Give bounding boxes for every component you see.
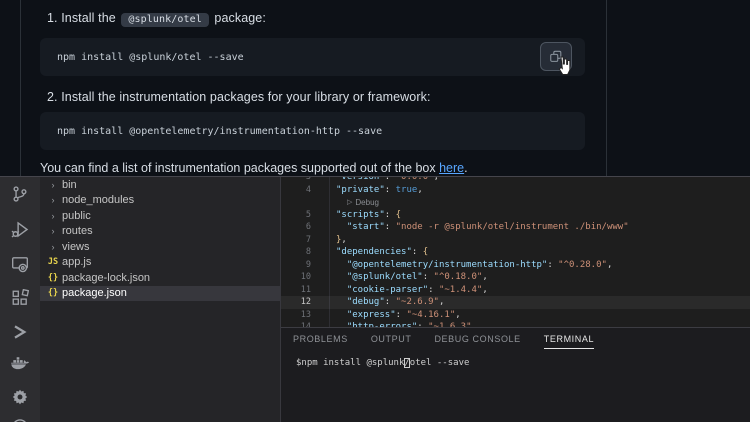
- docs-footer: You can find a list of instrumentation p…: [40, 161, 468, 175]
- codelens-debug[interactable]: ▷Debug: [281, 196, 750, 209]
- editor-line-6[interactable]: 6 "start": "node -r @splunk/otel/instrum…: [281, 221, 750, 234]
- code-block-install-splunk-otel: npm install @splunk/otel --save: [40, 38, 585, 76]
- line-code: "@opentelemetry/instrumentation-http": "…: [311, 260, 612, 270]
- mouse-hand-cursor: [555, 55, 573, 77]
- explorer-item-views[interactable]: ›views: [40, 239, 281, 255]
- panel-tab-debug-console[interactable]: DEBUG CONSOLE: [434, 334, 520, 349]
- folder-chevron-icon: ›: [46, 180, 60, 190]
- footer-period: .: [464, 161, 467, 175]
- panel-tabs: PROBLEMS OUTPUT DEBUG CONSOLE TERMINAL: [293, 334, 594, 349]
- code-text: npm install @splunk/otel --save: [40, 52, 244, 63]
- step1-text-pre: 1. Install the: [47, 11, 119, 25]
- step1-text-post: package:: [211, 11, 266, 25]
- js-file-icon: JS: [46, 257, 60, 267]
- explorer-item-routes[interactable]: ›routes: [40, 224, 281, 240]
- line-code: "scripts": {: [311, 210, 401, 220]
- code-block-install-instrumentation: npm install @opentelemetry/instrumentati…: [40, 112, 585, 150]
- docs-step-1: 1. Install the @splunk/otel package:: [47, 11, 266, 27]
- line-number: 9: [281, 260, 311, 270]
- line-number: 12: [281, 297, 311, 307]
- docs-right-border: [606, 0, 607, 176]
- docs-step-2: 2. Install the instrumentation packages …: [47, 90, 431, 104]
- explorer-item-label: routes: [62, 225, 93, 237]
- explorer-sidebar: ›bin›node_modules›public›routes›viewsJSa…: [40, 177, 281, 422]
- line-code: "version": "0.0.0",: [311, 177, 439, 182]
- code-text: npm install @opentelemetry/instrumentati…: [40, 126, 382, 137]
- json-file-icon: {}: [46, 273, 60, 283]
- explorer-item-node_modules[interactable]: ›node_modules: [40, 193, 281, 209]
- footer-text: You can find a list of instrumentation p…: [40, 161, 439, 175]
- docker-icon[interactable]: [8, 351, 32, 375]
- explorer-item-label: public: [62, 210, 91, 222]
- line-number: 8: [281, 247, 311, 257]
- explorer-item-label: bin: [62, 179, 77, 191]
- explorer-item-public[interactable]: ›public: [40, 208, 281, 224]
- explorer-item-package.json[interactable]: {}package.json: [40, 286, 281, 302]
- json-file-icon: {}: [46, 288, 60, 298]
- line-code: "express": "~4.16.1",: [311, 310, 461, 320]
- line-number: 6: [281, 222, 311, 232]
- panel-tab-output[interactable]: OUTPUT: [371, 334, 412, 349]
- editor-line-4[interactable]: 4"private": true,: [281, 184, 750, 197]
- editor-line-10[interactable]: 10 "@splunk/otel": "^0.18.0",: [281, 271, 750, 284]
- editor-line-9[interactable]: 9 "@opentelemetry/instrumentation-http":…: [281, 259, 750, 272]
- folder-chevron-icon: ›: [46, 211, 60, 221]
- codelens-label: Debug: [355, 198, 379, 207]
- line-code: "private": true,: [311, 185, 423, 195]
- line-number: 5: [281, 210, 311, 220]
- folder-chevron-icon: ›: [46, 226, 60, 236]
- editor-line-12[interactable]: 12 "debug": "~2.6.9",: [281, 296, 750, 309]
- here-link[interactable]: here: [439, 161, 464, 175]
- docs-left-border: [20, 0, 21, 176]
- explorer-item-label: app.js: [62, 256, 91, 268]
- editor-package-json[interactable]: 3"version": "0.0.0",4"private": true,▷De…: [281, 177, 750, 327]
- terminal-command-line[interactable]: $npm install @splunk/otel --save: [296, 358, 469, 368]
- line-code: "@splunk/otel": "^0.18.0",: [311, 272, 488, 282]
- explorer-item-label: package-lock.json: [62, 272, 150, 284]
- account-icon[interactable]: [8, 415, 32, 422]
- editor-line-13[interactable]: 13 "express": "~4.16.1",: [281, 309, 750, 322]
- panel-tab-problems[interactable]: PROBLEMS: [293, 334, 348, 349]
- line-number: 4: [281, 185, 311, 195]
- activity-bar: [0, 177, 40, 422]
- editor-line-11[interactable]: 11 "cookie-parser": "~1.4.4",: [281, 284, 750, 297]
- explorer-item-label: views: [62, 241, 90, 253]
- terminal-text-after: otel --save: [410, 358, 470, 368]
- codelens-play-icon: ▷: [347, 198, 352, 206]
- explorer-item-app.js[interactable]: JSapp.js: [40, 255, 281, 271]
- line-number: 11: [281, 285, 311, 295]
- line-code: "dependencies": {: [311, 247, 428, 257]
- bottom-panel: PROBLEMS OUTPUT DEBUG CONSOLE TERMINAL $npm…: [281, 327, 750, 422]
- line-code: "cookie-parser": "~1.4.4",: [311, 285, 488, 295]
- explorer-item-label: node_modules: [62, 194, 134, 206]
- explorer-item-label: package.json: [62, 287, 127, 299]
- remote-preview-icon[interactable]: [8, 252, 32, 276]
- chevron-terminal-icon[interactable]: [8, 320, 32, 344]
- line-number: 3: [281, 177, 311, 182]
- terminal-text-before: $npm install @splunk: [296, 358, 404, 368]
- folder-chevron-icon: ›: [46, 195, 60, 205]
- source-control-icon[interactable]: [8, 182, 32, 206]
- line-code: },: [311, 235, 347, 245]
- line-code: "start": "node -r @splunk/otel/instrumen…: [311, 222, 629, 232]
- explorer-item-package-lock.json[interactable]: {}package-lock.json: [40, 270, 281, 286]
- line-number: 10: [281, 272, 311, 282]
- folder-chevron-icon: ›: [46, 242, 60, 252]
- inline-code-splunk-otel: @splunk/otel: [121, 13, 208, 27]
- explorer-item-bin[interactable]: ›bin: [40, 177, 281, 193]
- line-number: 13: [281, 310, 311, 320]
- docs-panel: 1. Install the @splunk/otel package: npm…: [0, 0, 750, 176]
- editor-line-5[interactable]: 5"scripts": {: [281, 209, 750, 222]
- vscode-window: ›bin›node_modules›public›routes›viewsJSa…: [0, 176, 750, 422]
- screen: 1. Install the @splunk/otel package: npm…: [0, 0, 750, 422]
- settings-gear-icon[interactable]: [8, 385, 32, 409]
- line-code: "debug": "~2.6.9",: [311, 297, 444, 307]
- line-number: 7: [281, 235, 311, 245]
- run-debug-icon[interactable]: [8, 217, 32, 241]
- editor-line-8[interactable]: 8"dependencies": {: [281, 246, 750, 259]
- panel-tab-terminal[interactable]: TERMINAL: [544, 334, 594, 349]
- editor-line-7[interactable]: 7},: [281, 234, 750, 247]
- extensions-icon[interactable]: [8, 286, 32, 310]
